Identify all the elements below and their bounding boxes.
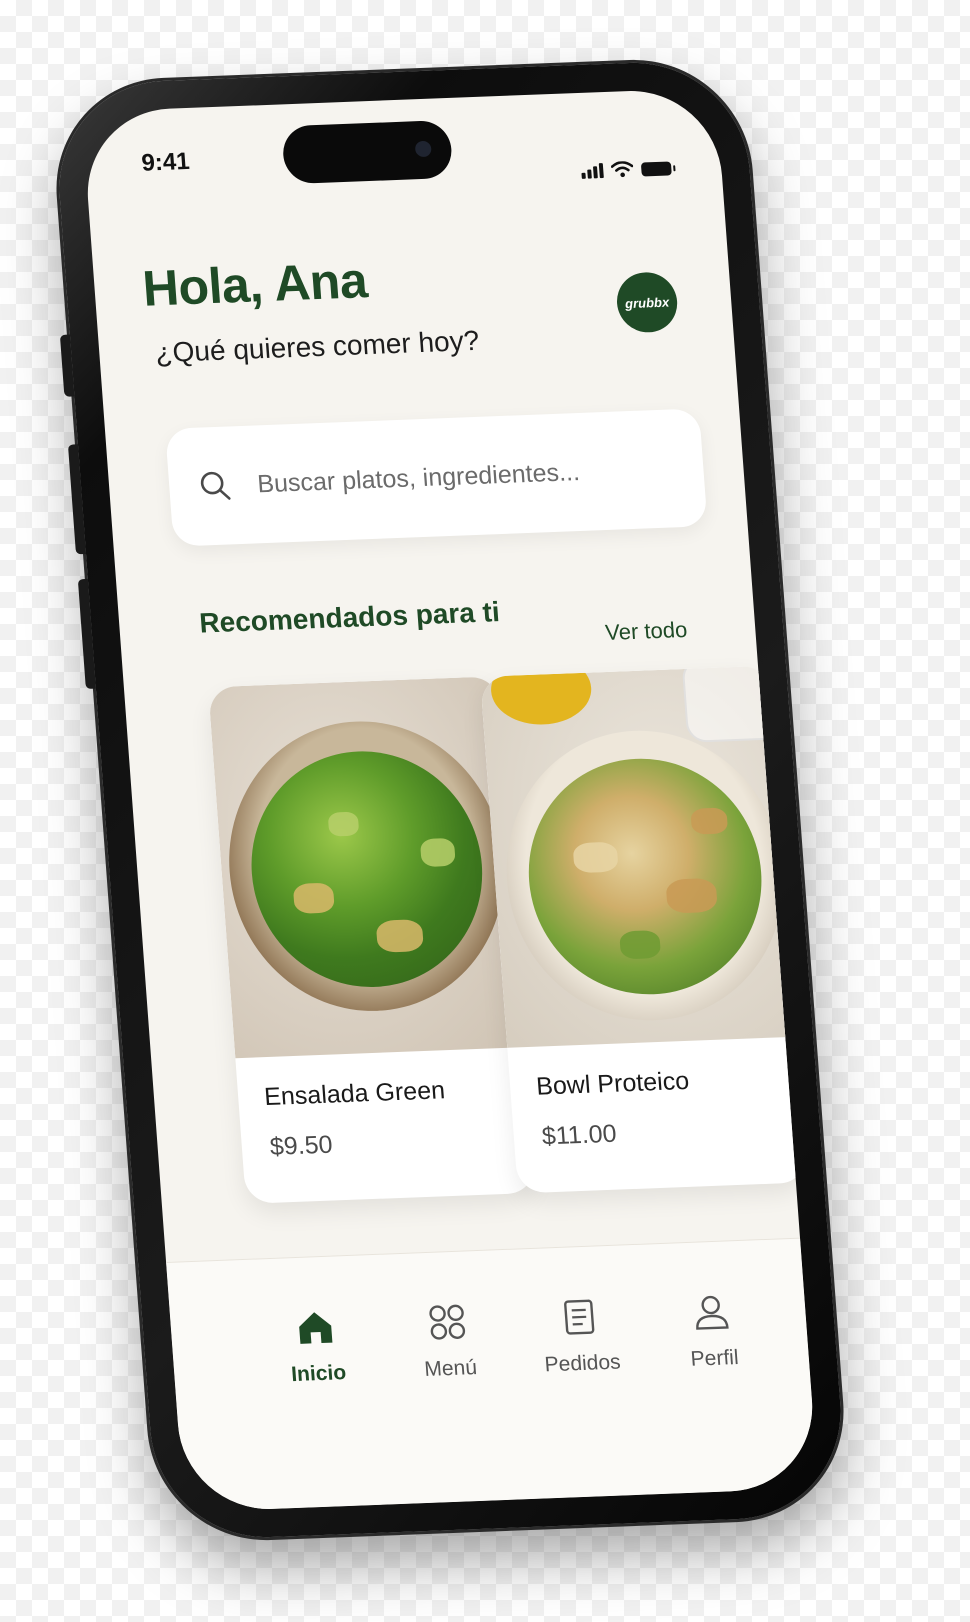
see-all-link[interactable]: Ver todo [604, 617, 688, 646]
tab-inicio[interactable]: Inicio [254, 1305, 380, 1388]
dish-price: $11.00 [540, 1119, 618, 1151]
greeting-subtitle: ¿Qué quieres comer hoy? [154, 324, 481, 369]
tab-label: Perfil [689, 1346, 740, 1371]
wifi-icon [610, 161, 634, 178]
search-input[interactable] [254, 452, 681, 500]
dish-price: $9.50 [268, 1130, 334, 1161]
status-icons [581, 159, 672, 179]
grid-icon [429, 1304, 466, 1340]
battery-icon [640, 161, 672, 177]
brand-logo[interactable]: grubbx [614, 271, 680, 334]
mute-switch [59, 334, 75, 397]
document-icon [564, 1299, 595, 1335]
dish-image [480, 665, 798, 1048]
tab-pedidos[interactable]: Pedidos [518, 1295, 644, 1378]
signal-icon [581, 163, 604, 179]
dish-name: Ensalada Green [263, 1076, 446, 1112]
phone-frame: 9:41 Hola, Ana ¿Qué quieres comer hoy? g… [51, 58, 849, 1542]
tab-perfil[interactable]: Perfil [650, 1290, 776, 1373]
home-icon [299, 1312, 333, 1344]
dish-card[interactable]: Bowl Proteico $11.00 [480, 665, 808, 1194]
status-time: 9:41 [140, 147, 191, 177]
tab-label: Menú [423, 1356, 478, 1382]
tab-label: Inicio [290, 1361, 347, 1387]
tab-label: Pedidos [543, 1350, 622, 1377]
user-icon [696, 1295, 729, 1330]
dish-name: Bowl Proteico [535, 1066, 691, 1101]
bottom-tab-bar: Inicio Menú Pedidos Perfil [166, 1237, 819, 1513]
search-icon [200, 471, 231, 500]
volume-up-button [67, 444, 87, 555]
tab-menu[interactable]: Menú [386, 1300, 512, 1383]
dish-image [208, 676, 526, 1059]
dynamic-island [281, 119, 454, 185]
mockup-stage: 9:41 Hola, Ana ¿Qué quieres comer hoy? g… [0, 0, 970, 1622]
search-bar[interactable] [165, 408, 708, 547]
greeting-title: Hola, Ana [140, 252, 370, 317]
app-screen: 9:41 Hola, Ana ¿Qué quieres comer hoy? g… [81, 87, 819, 1513]
section-title: Recomendados para ti [198, 596, 501, 639]
volume-down-button [77, 578, 96, 689]
